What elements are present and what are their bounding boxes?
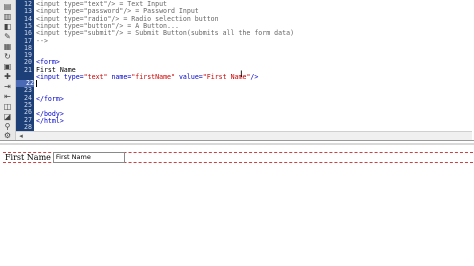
code-editor[interactable]: <input type="text"/> = Text Input <input… xyxy=(36,0,472,131)
code-line-17: --> xyxy=(36,36,48,45)
comment-icon[interactable]: ◫ xyxy=(2,102,13,111)
pane-divider xyxy=(0,140,474,141)
line-number-gutter: 12 13 14 15 16 17 18 19 20 21 22 23 24 2… xyxy=(16,0,34,131)
line-number: 21 xyxy=(24,65,32,74)
design-view[interactable] xyxy=(0,146,474,266)
text-cursor xyxy=(36,80,37,87)
value-type: "text" xyxy=(83,73,108,81)
code-line-21: <input type="text" name="firstName" valu… xyxy=(36,73,259,81)
code-line-24: </form> xyxy=(36,95,64,103)
attr-name: name= xyxy=(107,73,132,81)
tag-open: <input xyxy=(36,73,64,81)
attr-value: value= xyxy=(174,73,203,81)
nav-icon[interactable]: ▣ xyxy=(2,62,13,71)
uncomment-icon[interactable]: ◪ xyxy=(2,112,13,121)
wrench-icon[interactable]: ✎ xyxy=(2,32,13,41)
design-form-row: First Name First Name xyxy=(5,152,125,163)
line-number: 28 xyxy=(24,122,32,131)
tag-close: /> xyxy=(250,73,259,81)
ibeam-cursor-icon: Ι xyxy=(240,70,243,80)
outdent-icon[interactable]: ⇤ xyxy=(2,92,13,101)
code-icon[interactable]: ◧ xyxy=(2,22,13,31)
format-icon[interactable]: ✚ xyxy=(2,72,13,81)
bookmark-icon[interactable]: ▦ xyxy=(2,42,13,51)
code-line-16: <input type="submit"/> = Submit Button(s… xyxy=(36,29,295,38)
code-toolbar: ▤ ▥ ◧ ✎ ▦ ↻ ▣ ✚ ⇥ ⇤ ◫ ◪ ⚲ ⚙ xyxy=(0,0,16,140)
split-handle[interactable] xyxy=(0,143,474,145)
first-name-label: First Name xyxy=(5,153,51,162)
search-icon[interactable]: ⚲ xyxy=(2,122,13,131)
snippet-icon[interactable]: ⚙ xyxy=(2,131,13,140)
value-name: "firstName" xyxy=(131,73,175,81)
code-line-27: </html> xyxy=(36,116,64,125)
indent-icon[interactable]: ⇥ xyxy=(2,82,13,91)
first-name-input[interactable]: First Name xyxy=(52,152,125,163)
attr-type: type= xyxy=(63,73,84,81)
file-icon[interactable]: ▤ xyxy=(2,2,13,11)
refresh-icon[interactable]: ↻ xyxy=(2,52,13,61)
page-icon[interactable]: ▥ xyxy=(2,12,13,21)
